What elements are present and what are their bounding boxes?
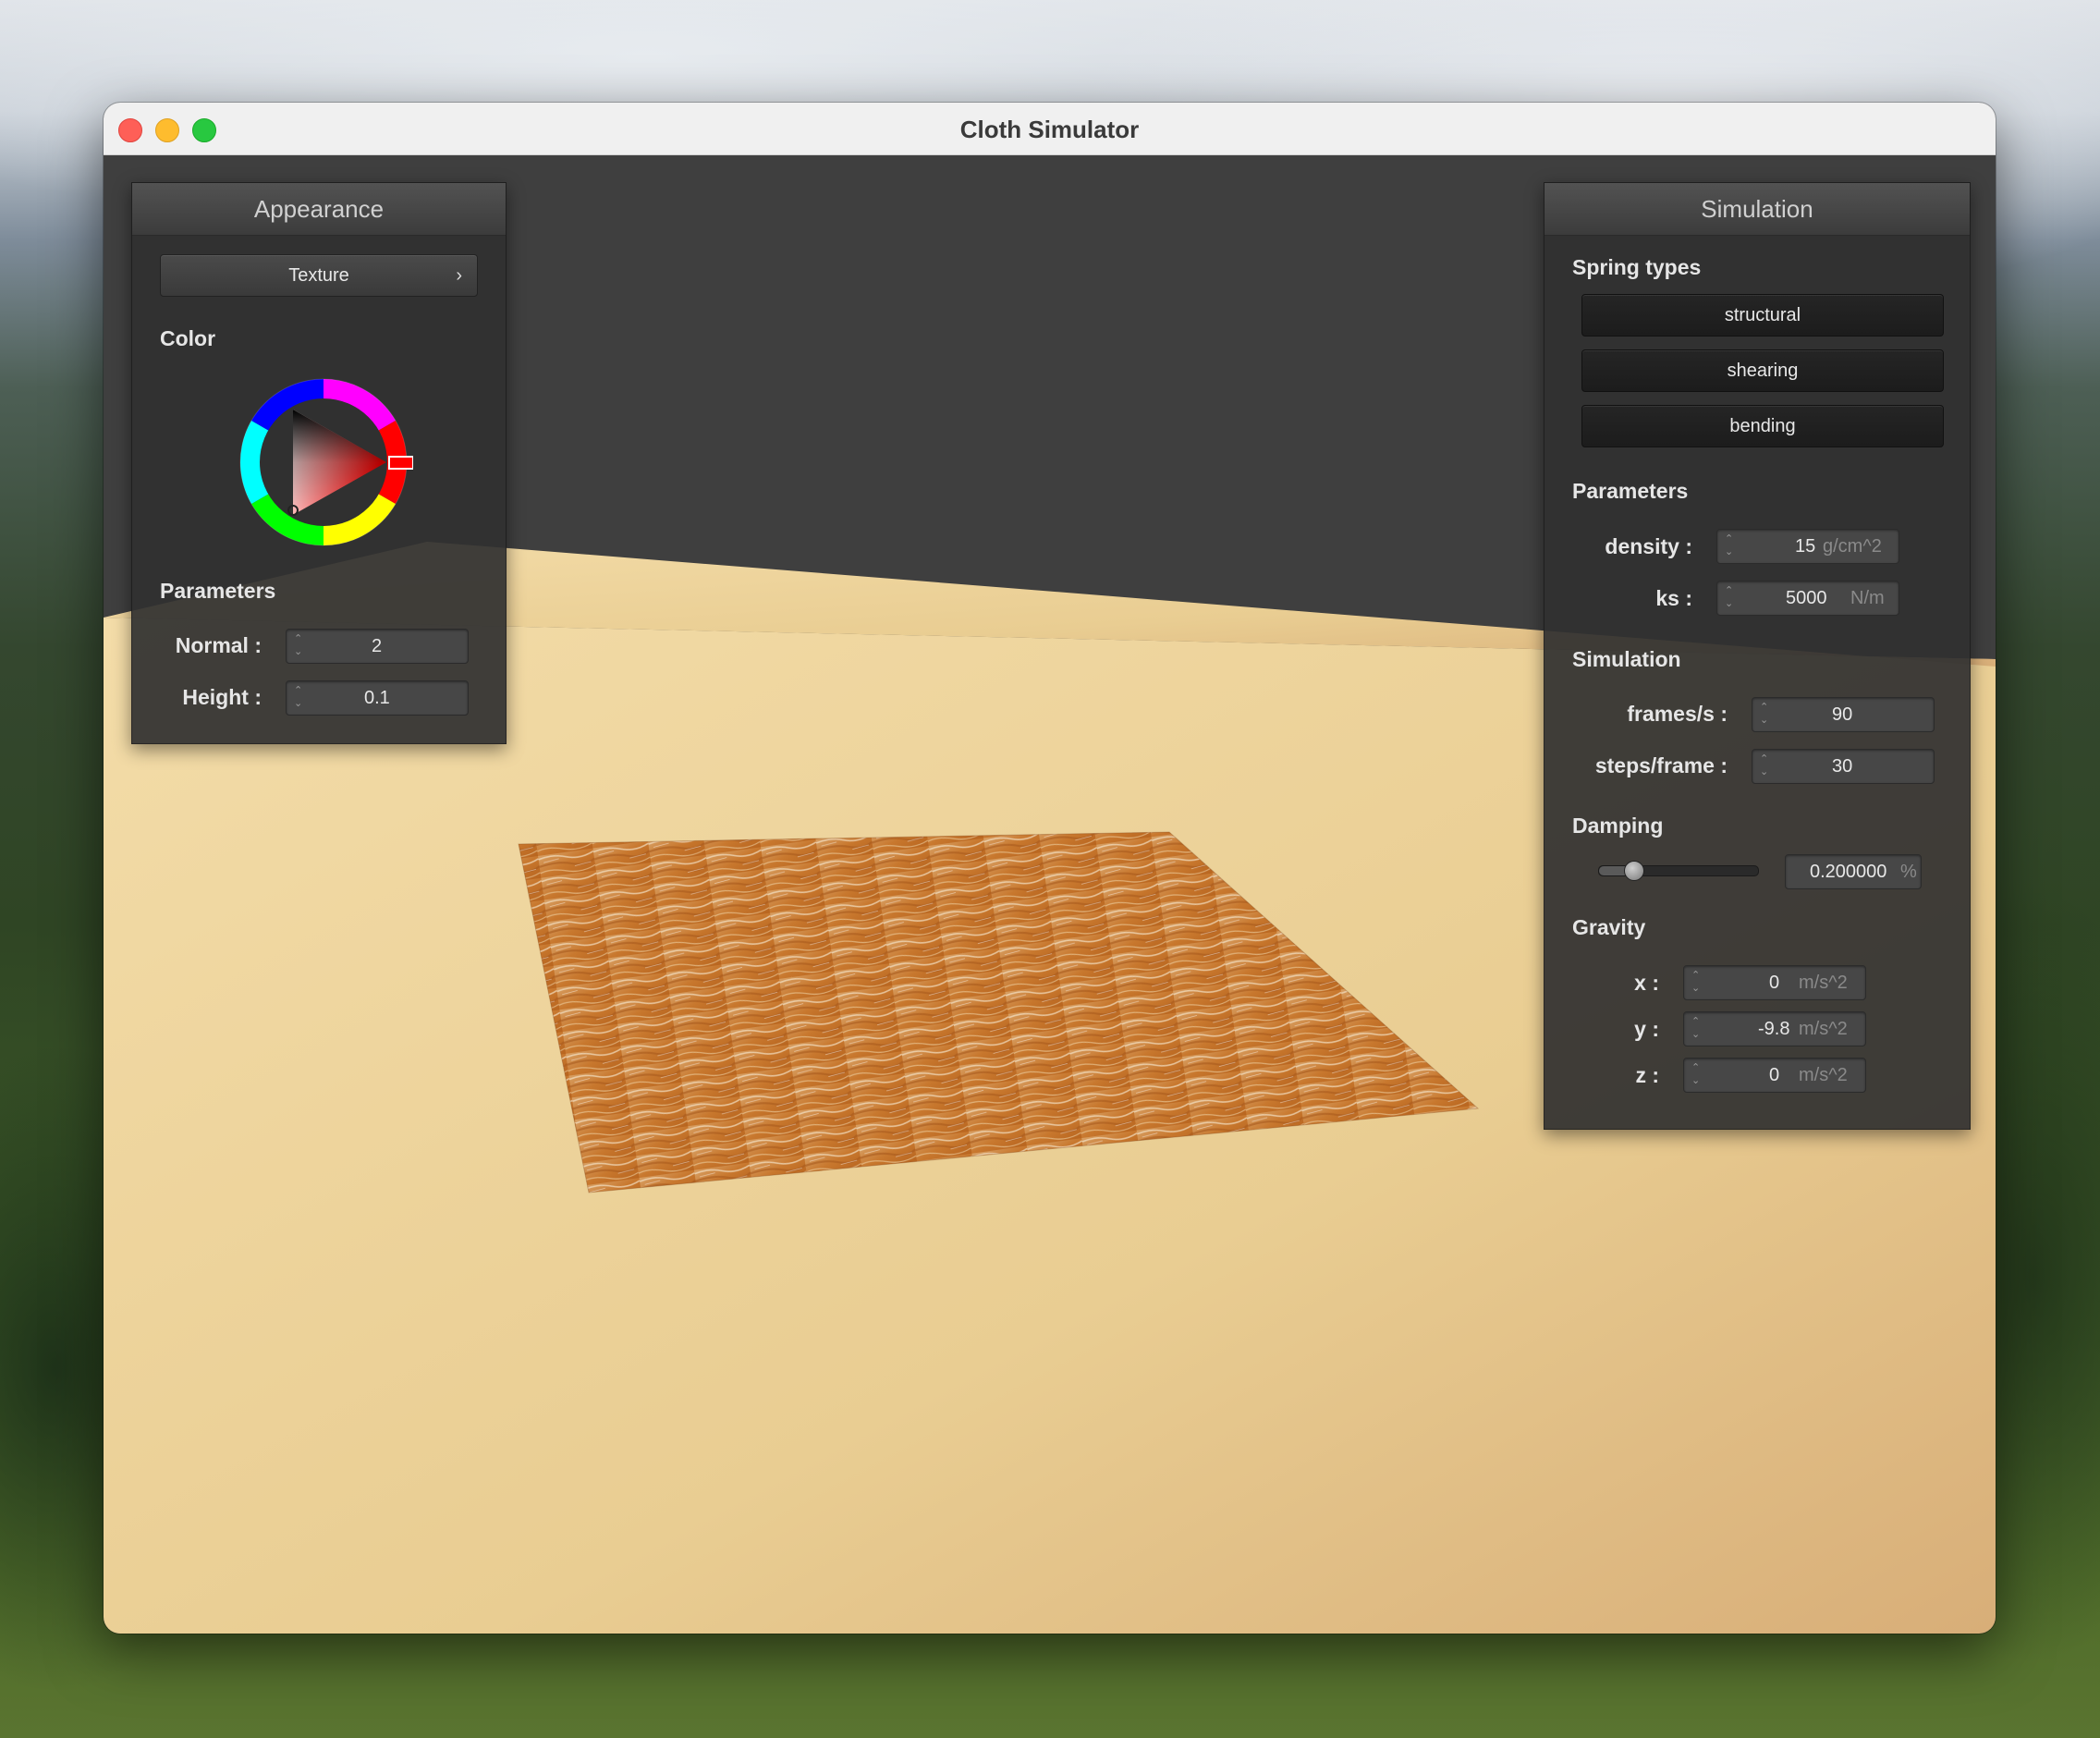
stepper-arrows-icon[interactable]: ⌃ ⌄ <box>1760 753 1771 778</box>
normal-value: 2 <box>372 636 383 656</box>
gravity-x-unit: m/s^2 <box>1799 973 1848 993</box>
ks-spinbox[interactable]: ⌃ ⌄ 5000 N/m <box>1716 581 1899 616</box>
stepper-arrows-icon[interactable]: ⌃ ⌄ <box>294 632 305 658</box>
stepper-arrows-icon[interactable]: ⌃ ⌄ <box>1760 701 1771 727</box>
gravity-y-spinbox[interactable]: ⌃ ⌄ -9.8 m/s^2 <box>1683 1011 1866 1046</box>
bending-button[interactable]: bending <box>1581 405 1944 447</box>
app-window: Cloth Simulator Appearance Texture › Col… <box>104 103 1996 1634</box>
damping-value: 0.200000 <box>1810 862 1887 882</box>
simulation-panel-header[interactable]: Simulation <box>1544 183 1970 236</box>
normal-spinbox[interactable]: ⌃ ⌄ 2 <box>286 629 469 664</box>
simulation-parameters-label: Parameters <box>1572 479 1689 503</box>
density-label: density : <box>1605 534 1692 558</box>
fps-value: 90 <box>1832 704 1853 725</box>
structural-button[interactable]: structural <box>1581 294 1944 337</box>
ks-value: 5000 <box>1786 588 1827 608</box>
color-label: Color <box>160 326 216 350</box>
appearance-panel: Appearance Texture › Color Parameters No… <box>131 182 507 744</box>
texture-button-label: Texture <box>288 265 349 286</box>
gravity-x-label: x : <box>1634 971 1659 995</box>
gravity-x-spinbox[interactable]: ⌃ ⌄ 0 m/s^2 <box>1683 965 1866 1000</box>
damping-label: Damping <box>1572 814 1664 838</box>
shearing-button[interactable]: shearing <box>1581 349 1944 392</box>
density-spinbox[interactable]: ⌃ ⌄ 15 g/cm^2 <box>1716 529 1899 564</box>
appearance-parameters-label: Parameters <box>160 579 276 603</box>
height-spinbox[interactable]: ⌃ ⌄ 0.1 <box>286 680 469 716</box>
gravity-y-value: -9.8 <box>1758 1019 1790 1039</box>
gravity-y-label: y : <box>1634 1017 1659 1041</box>
gravity-y-unit: m/s^2 <box>1799 1019 1848 1039</box>
damping-unit: % <box>1900 862 1917 882</box>
stepper-arrows-icon[interactable]: ⌃ ⌄ <box>1691 969 1703 995</box>
color-wheel[interactable] <box>234 373 413 552</box>
title-bar[interactable]: Cloth Simulator <box>104 103 1996 155</box>
stepper-arrows-icon[interactable]: ⌃ ⌄ <box>1725 532 1736 558</box>
gravity-x-value: 0 <box>1769 973 1780 993</box>
simulation-section-label: Simulation <box>1572 647 1681 671</box>
gravity-z-label: z : <box>1635 1063 1659 1087</box>
spring-types-label: Spring types <box>1572 255 1702 279</box>
fps-spinbox[interactable]: ⌃ ⌄ 90 <box>1752 697 1935 732</box>
stepper-arrows-icon[interactable]: ⌃ ⌄ <box>1691 1015 1703 1041</box>
gravity-label: Gravity <box>1572 915 1646 939</box>
gravity-z-unit: m/s^2 <box>1799 1065 1848 1085</box>
steps-label: steps/frame : <box>1594 753 1728 777</box>
gravity-z-value: 0 <box>1769 1065 1780 1085</box>
damping-field[interactable]: 0.200000 % <box>1785 854 1922 889</box>
appearance-panel-header[interactable]: Appearance <box>132 183 506 236</box>
stepper-arrows-icon[interactable]: ⌃ ⌄ <box>1691 1061 1703 1087</box>
fps-label: frames/s : <box>1627 702 1728 726</box>
stepper-arrows-icon[interactable]: ⌃ ⌄ <box>294 684 305 710</box>
density-value: 15 <box>1795 536 1816 557</box>
steps-value: 30 <box>1832 756 1853 777</box>
hue-handle[interactable] <box>388 456 413 470</box>
density-unit: g/cm^2 <box>1823 536 1882 557</box>
chevron-right-icon: › <box>456 265 462 286</box>
gravity-z-spinbox[interactable]: ⌃ ⌄ 0 m/s^2 <box>1683 1058 1866 1093</box>
damping-slider-knob[interactable] <box>1624 861 1644 881</box>
simulation-panel: Simulation Spring types structural shear… <box>1544 182 1971 1130</box>
steps-spinbox[interactable]: ⌃ ⌄ 30 <box>1752 749 1935 784</box>
window-title: Cloth Simulator <box>959 116 1140 143</box>
stepper-arrows-icon[interactable]: ⌃ ⌄ <box>1725 584 1736 610</box>
ks-label: ks : <box>1655 586 1692 610</box>
normal-label: Normal : <box>175 633 262 657</box>
damping-slider[interactable] <box>1598 861 1759 881</box>
texture-button[interactable]: Texture › <box>160 254 478 297</box>
height-value: 0.1 <box>364 688 390 708</box>
height-label: Height : <box>182 685 262 709</box>
ks-unit: N/m <box>1850 588 1885 608</box>
